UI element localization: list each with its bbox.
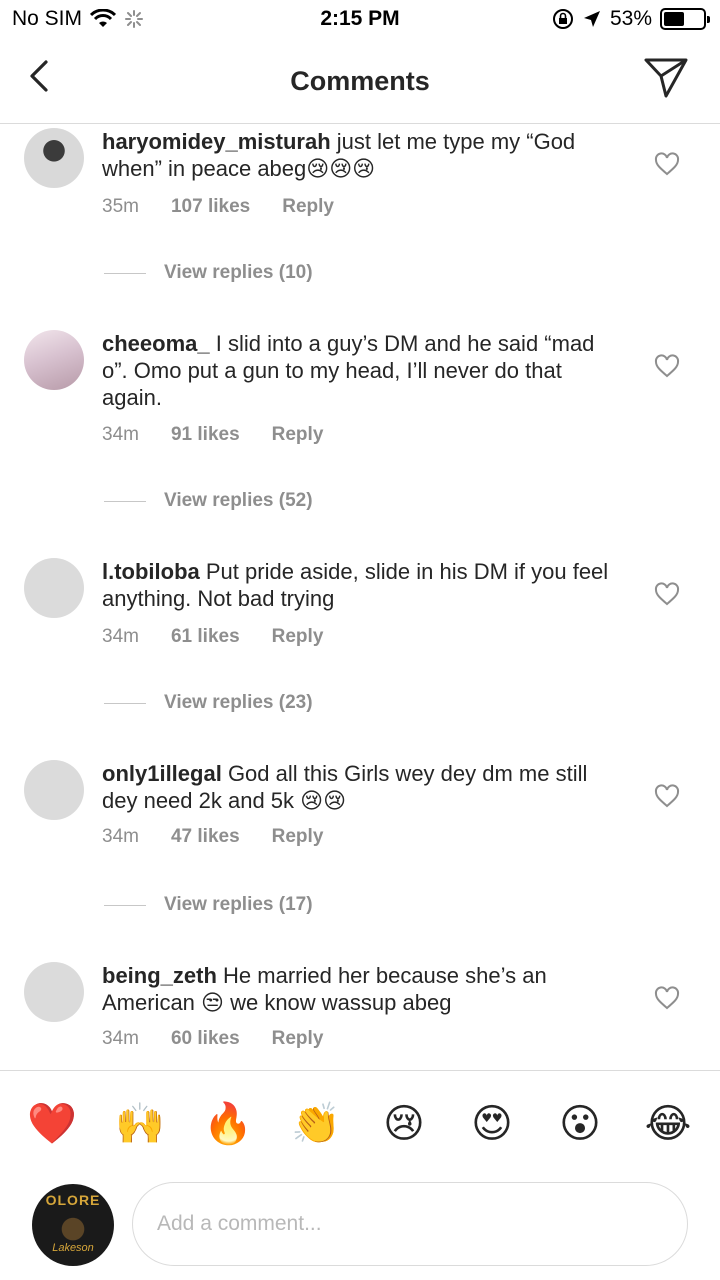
reply-button[interactable]: Reply [272,1028,324,1050]
emoji-heart-eyes[interactable]: 😍 [460,1101,524,1147]
page-title: Comments [290,66,430,96]
comment-meta: 34m 91 likes Reply [102,424,355,446]
comment-likes[interactable]: 91 likes [171,424,240,446]
emoji-heart[interactable]: ❤️ [20,1100,84,1147]
view-replies-label: View replies (23) [164,692,313,713]
comment-item: being_zeth He married her because she’s … [0,962,720,1062]
comment-likes[interactable]: 60 likes [171,1028,240,1050]
comment-time: 34m [102,826,139,847]
view-replies-button[interactable]: View replies (17) [104,894,313,916]
battery-level [664,12,685,26]
comment-time: 34m [102,424,139,445]
avatar-logo-sub: Lakeson [52,1242,94,1254]
divider [104,904,146,906]
emoji-raised-hands[interactable]: 🙌 [108,1100,172,1147]
divider [104,500,146,502]
emoji-surprised[interactable]: 😮 [548,1101,612,1147]
view-replies-label: View replies (17) [164,894,313,915]
comment-composer: OLORE Lakeson [0,1176,720,1280]
battery-percent: 53% [609,7,652,30]
status-bar: No SIM 2:15 PM 53% [0,0,720,40]
view-replies-label: View replies (52) [164,490,313,511]
comment-body: l.tobiloba Put pride aside, slide in his… [102,558,622,612]
avatar-logo-text: OLORE [45,1192,101,1208]
avatar[interactable] [24,558,84,618]
comment-meta: 34m 61 likes Reply [102,626,355,648]
comment-item: l.tobiloba Put pride aside, slide in his… [0,558,720,718]
emoji-crying[interactable]: 😢 [372,1101,436,1147]
comment-item: cheeoma_ I slid into a guy’s DM and he s… [0,330,720,520]
orientation-lock-icon [552,9,573,29]
comment-body: cheeoma_ I slid into a guy’s DM and he s… [102,330,622,411]
avatar[interactable] [24,962,84,1022]
paper-plane-icon[interactable] [642,54,690,100]
emoji-bar: ❤️ 🙌 🔥 👏 😢 😍 😮 😂 [0,1070,720,1176]
comment-body: haryomidey_misturah just let me type my … [102,128,622,182]
comment-likes[interactable]: 61 likes [171,626,240,648]
location-arrow-icon [583,11,600,27]
comment-body: being_zeth He married her because she’s … [102,962,622,1016]
comment-username[interactable]: only1illegal [102,761,222,786]
comment-meta: 34m 60 likes Reply [102,1028,355,1050]
emoji-fire[interactable]: 🔥 [196,1100,260,1147]
avatar[interactable] [24,128,84,188]
divider [104,702,146,704]
emoji-clap[interactable]: 👏 [284,1100,348,1147]
view-replies-button[interactable]: View replies (23) [104,692,313,714]
heart-outline-icon[interactable] [654,986,680,1010]
battery-icon [660,8,710,30]
comment-likes[interactable]: 47 likes [171,826,240,848]
view-replies-label: View replies (10) [164,262,313,283]
heart-outline-icon[interactable] [654,784,680,808]
comment-username[interactable]: l.tobiloba [102,559,200,584]
my-avatar: OLORE Lakeson [32,1184,114,1266]
avatar[interactable] [24,760,84,820]
divider [104,272,146,274]
comment-meta: 35m 107 likes Reply [102,196,366,218]
view-replies-button[interactable]: View replies (52) [104,490,313,512]
comment-time: 34m [102,626,139,647]
comment-username[interactable]: cheeoma_ [102,331,210,356]
battery-cap [707,16,710,23]
heart-outline-icon[interactable] [654,354,680,378]
reply-button[interactable]: Reply [272,626,324,648]
heart-outline-icon[interactable] [654,152,680,176]
avatar[interactable] [24,330,84,390]
comment-item: haryomidey_misturah just let me type my … [0,128,720,288]
comment-body: only1illegal God all this Girls wey dey … [102,760,622,814]
comment-username[interactable]: haryomidey_misturah [102,129,331,154]
emoji-laughing[interactable]: 😂 [636,1101,700,1147]
comment-username[interactable]: being_zeth [102,963,217,988]
comment-time: 35m [102,196,139,217]
reply-button[interactable]: Reply [282,196,334,218]
status-right: 53% [544,7,710,31]
comment-likes[interactable]: 107 likes [171,196,250,218]
header: Comments [0,40,720,124]
comment-meta: 34m 47 likes Reply [102,826,355,848]
reply-button[interactable]: Reply [272,826,324,848]
heart-outline-icon[interactable] [654,582,680,606]
comment-item: only1illegal God all this Girls wey dey … [0,760,720,920]
view-replies-button[interactable]: View replies (10) [104,262,313,284]
comment-time: 34m [102,1028,139,1049]
reply-button[interactable]: Reply [272,424,324,446]
comment-input[interactable] [132,1182,688,1266]
